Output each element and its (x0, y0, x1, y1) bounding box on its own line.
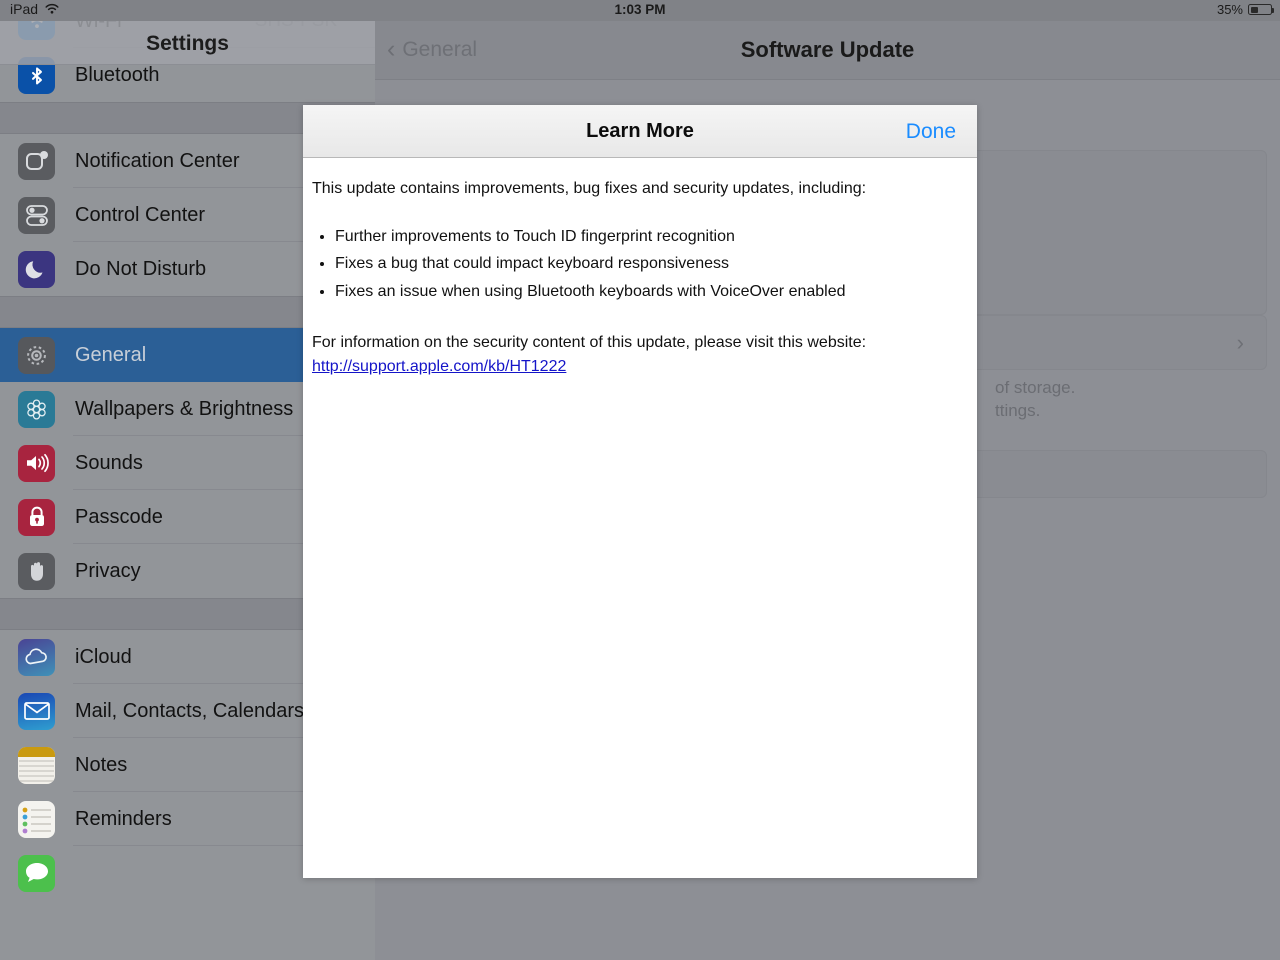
messages-icon (18, 854, 55, 892)
detail-footer-line-1: of storage. (995, 378, 1076, 397)
speaker-icon (18, 444, 55, 482)
battery-percent-label: 35% (1216, 2, 1243, 17)
sidebar-item-label: Do Not Disturb (75, 257, 207, 280)
sidebar-item-label: Mail, Contacts, Calendars (75, 699, 304, 722)
wallpaper-icon (18, 390, 55, 428)
modal-bullet-item: Further improvements to Touch ID fingerp… (335, 226, 953, 248)
sidebar-item-label: Notes (75, 753, 128, 776)
status-right-group: 35% (1216, 2, 1274, 17)
sidebar-item-label: Wallpapers & Brightness (75, 397, 294, 420)
detail-navbar: ‹ General Software Update (375, 21, 1280, 80)
mail-icon (18, 692, 55, 730)
sidebar-item-label: Reminders (75, 807, 172, 830)
ipad-settings-screen: ‹ General Software Update › of storage. … (0, 0, 1280, 960)
detail-footer-line-2: ttings. (995, 401, 1041, 420)
modal-body: This update contains improvements, bug f… (303, 158, 977, 378)
learn-more-modal: Learn More Done This update contains imp… (303, 105, 977, 878)
notes-icon (18, 746, 55, 784)
lock-icon (18, 498, 55, 536)
support-link[interactable]: http://support.apple.com/kb/HT1222 (312, 356, 566, 378)
status-bar: iPad 1:03 PM 35% (0, 0, 1280, 21)
chevron-right-icon: › (1236, 330, 1244, 355)
modal-bullet-item: Fixes an issue when using Bluetooth keyb… (335, 281, 953, 303)
gear-icon (18, 336, 55, 374)
sidebar-item-label: General (75, 343, 147, 366)
sidebar-title: Settings (146, 32, 229, 55)
control-center-icon (18, 196, 55, 234)
notification-center-icon (18, 142, 55, 180)
modal-bullet-list: Further improvements to Touch ID fingerp… (312, 226, 953, 303)
modal-intro-text: This update contains improvements, bug f… (312, 180, 867, 197)
sidebar-item-label: Control Center (75, 203, 206, 226)
hand-icon (18, 552, 55, 590)
modal-header: Learn More Done (303, 105, 977, 158)
modal-title: Learn More (586, 120, 694, 142)
modal-bullet-item: Fixes a bug that could impact keyboard r… (335, 253, 953, 275)
sidebar-item-label: Sounds (75, 451, 143, 474)
sidebar-item-label: Passcode (75, 505, 163, 528)
page-title: Software Update (740, 37, 915, 62)
sidebar-item-label: Bluetooth (75, 63, 160, 86)
sidebar-header: Settings (0, 21, 375, 65)
sidebar-item-label: Notification Center (75, 149, 240, 172)
cloud-icon (18, 638, 55, 676)
done-button[interactable]: Done (906, 120, 956, 144)
moon-icon (18, 250, 55, 288)
sidebar-item-label: iCloud (75, 645, 132, 668)
reminders-icon (18, 800, 55, 838)
status-time: 1:03 PM (614, 2, 666, 17)
modal-outro-text: For information on the security content … (312, 334, 867, 352)
sidebar-item-label: Privacy (75, 559, 141, 582)
battery-icon (1248, 4, 1274, 15)
